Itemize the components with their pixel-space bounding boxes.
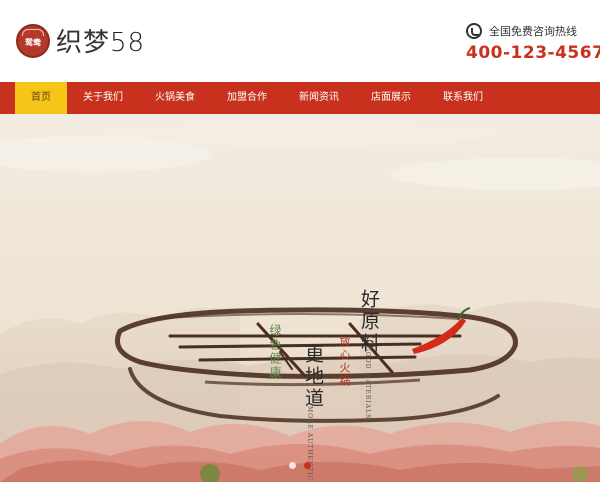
banner-text-hotpot: 放心火锅 — [338, 336, 351, 388]
logo-brand-text: 织梦 — [56, 28, 111, 58]
nav-item-2[interactable]: 火锅美食 — [139, 82, 211, 114]
slider-dot-1[interactable] — [304, 462, 311, 469]
slider-dots — [0, 462, 600, 469]
banner-artwork — [0, 122, 600, 482]
logo-seal: 鸳鸯 — [16, 23, 50, 58]
banner-text-road: 更地道 — [302, 344, 324, 410]
banner-text-green: 绿色健康 — [268, 324, 282, 380]
logo-brand-number: 58 — [110, 28, 146, 58]
main-nav: 首页 关于我们 火锅美食 加盟合作 新闻资讯 店面展示 联系我们 — [0, 82, 600, 114]
slider-dot-0[interactable] — [289, 462, 296, 469]
phone-icon — [466, 23, 482, 39]
site-logo[interactable]: 鸳鸯 织梦58 — [16, 22, 145, 59]
nav-item-4[interactable]: 新闻资讯 — [283, 82, 355, 114]
hotline: 全国免费咨询热线 400-123-4567 — [466, 22, 600, 63]
banner-en-road: MORE AUTHENTIC — [306, 406, 313, 482]
hotline-label: 全国免费咨询热线 — [489, 25, 577, 38]
nav-item-6[interactable]: 联系我们 — [427, 82, 499, 114]
nav-item-1[interactable]: 关于我们 — [67, 82, 139, 114]
banner-en-original: GOOD MATERIALS — [364, 346, 371, 420]
hero-banner: 好原料 GOOD MATERIALS 更地道 MORE AUTHENTIC 绿色… — [0, 114, 600, 482]
nav-list: 首页 关于我们 火锅美食 加盟合作 新闻资讯 店面展示 联系我们 — [0, 82, 600, 114]
nav-item-5[interactable]: 店面展示 — [355, 82, 427, 114]
hotline-number: 400-123-4567 — [466, 43, 600, 63]
site-header: 鸳鸯 织梦58 全国免费咨询热线 400-123-4567 — [0, 0, 600, 82]
logo-brand: 织梦58 — [56, 22, 145, 59]
nav-item-3[interactable]: 加盟合作 — [211, 82, 283, 114]
logo-seal-text: 鸳鸯 — [25, 36, 41, 47]
nav-item-0[interactable]: 首页 — [15, 82, 67, 114]
